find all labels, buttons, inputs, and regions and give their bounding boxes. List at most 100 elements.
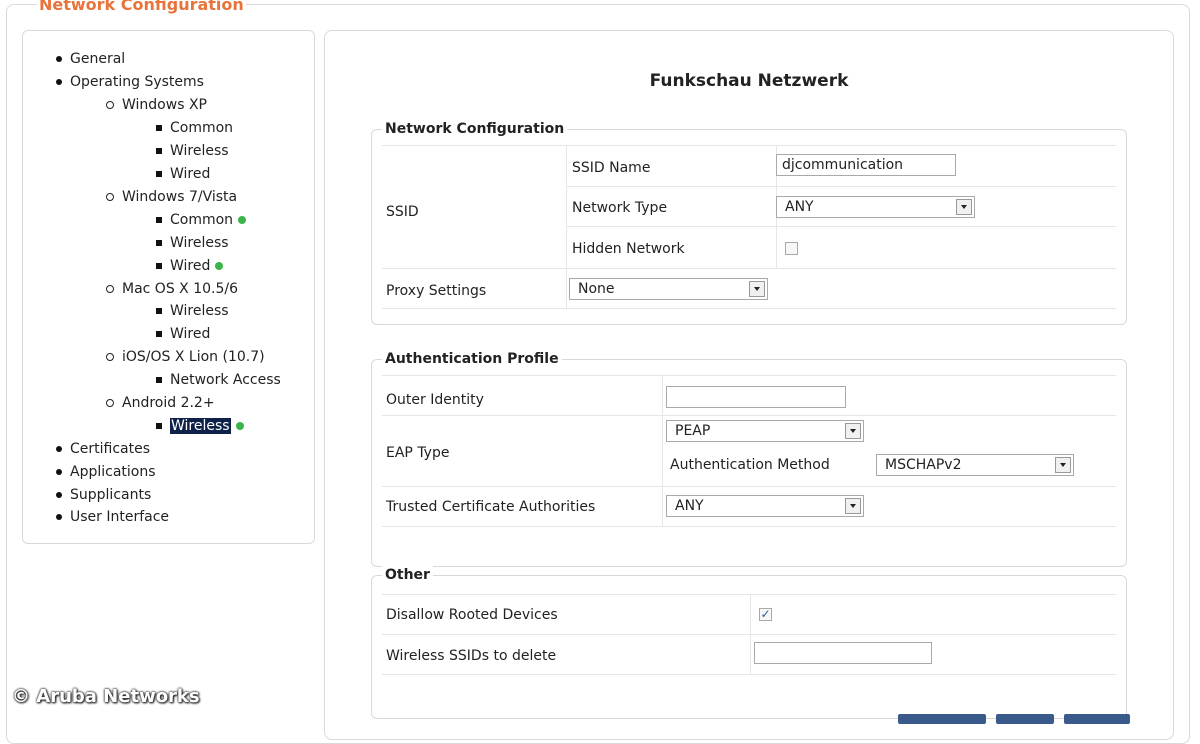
tree-item-mac-os-x[interactable]: Mac OS X 10.5/6 [106,279,238,299]
configured-status-icon [235,422,244,430]
dropdown-arrow-icon [845,423,861,439]
disc-bullet-icon [56,79,62,85]
tree-item-windows-xp[interactable]: Windows XP [106,95,207,115]
tree-item-ios-os-x-lion[interactable]: iOS/OS X Lion (10.7) [106,347,265,367]
eap-type-label: EAP Type [386,445,450,461]
tree-item-winxp-wireless[interactable]: Wireless [156,141,229,161]
page-header: Network Configuration [37,0,246,14]
eap-type-select[interactable]: PEAP [666,420,864,442]
tree-item-supplicants[interactable]: Supplicants [56,485,151,505]
tree-item-android[interactable]: Android 2.2+ [106,393,215,413]
authentication-profile-legend: Authentication Profile [382,350,562,368]
wireless-ssids-to-delete-input[interactable] [754,642,932,664]
circle-bullet-icon [106,353,114,361]
disc-bullet-icon [56,514,62,520]
action-button[interactable] [1064,714,1130,724]
trusted-ca-value: ANY [675,498,704,514]
profile-panel: Funkschau Netzwerk Network Configuration… [324,30,1174,740]
disc-bullet-icon [56,56,62,62]
tree-item-applications[interactable]: Applications [56,462,156,482]
table-border [382,145,1116,146]
tree-item-operating-systems[interactable]: Operating Systems [56,72,204,92]
tree-item-winxp-wired[interactable]: Wired [156,164,210,184]
tree-item-mac-wireless[interactable]: Wireless [156,301,229,321]
tree-item-android-wireless[interactable]: Wireless [156,416,244,436]
square-bullet-icon [156,217,162,223]
disc-bullet-icon [56,469,62,475]
network-type-select[interactable]: ANY [776,196,975,218]
tree-item-win7-common[interactable]: Common [156,210,247,230]
trusted-ca-select[interactable]: ANY [666,495,864,517]
authentication-method-value: MSCHAPv2 [885,457,962,473]
proxy-settings-select[interactable]: None [569,278,768,300]
table-border [382,594,1116,595]
square-bullet-icon [156,263,162,269]
table-border [382,526,1116,527]
configured-status-icon [238,216,247,224]
ssid-label: SSID [386,204,419,220]
tree-item-certificates[interactable]: Certificates [56,439,150,459]
dropdown-arrow-icon [845,498,861,514]
table-border [566,226,1116,227]
proxy-settings-value: None [578,281,615,297]
dropdown-arrow-icon [749,281,765,297]
tree-item-ios-network-access[interactable]: Network Access [156,370,281,390]
outer-identity-input[interactable] [666,386,846,408]
authentication-method-label: Authentication Method [670,457,830,473]
square-bullet-icon [156,148,162,154]
table-border [750,594,751,674]
authentication-profile-section: Authentication Profile Outer Identity EA… [371,350,1127,567]
disallow-rooted-devices-label: Disallow Rooted Devices [386,607,558,623]
table-border [566,186,1116,187]
other-legend: Other [382,566,433,584]
tree-item-winxp-common[interactable]: Common [156,118,233,138]
other-section: Other Disallow Rooted Devices ✓ Wireless… [371,566,1127,719]
tree-item-win7-wireless[interactable]: Wireless [156,233,229,253]
table-border [662,375,663,526]
table-border [382,375,1116,376]
ssid-name-input[interactable] [776,154,956,176]
action-button[interactable] [996,714,1054,724]
dropdown-arrow-icon [1055,457,1071,473]
square-bullet-icon [156,240,162,246]
action-button[interactable] [898,714,986,724]
square-bullet-icon [156,377,162,383]
tree-item-user-interface[interactable]: User Interface [56,507,169,527]
network-configuration-section: Network Configuration SSID SSID Name Net… [371,120,1127,325]
tree-item-mac-wired[interactable]: Wired [156,324,210,344]
tree-item-general[interactable]: General [56,49,125,69]
square-bullet-icon [156,331,162,337]
configured-status-icon [215,262,224,270]
table-border [382,634,1116,635]
table-border [566,145,567,308]
navigation-tree: General Operating Systems Windows XP Com… [22,30,315,544]
table-border [382,308,1116,309]
circle-bullet-icon [106,285,114,293]
circle-bullet-icon [106,101,114,109]
outer-identity-label: Outer Identity [386,392,484,408]
circle-bullet-icon [106,193,114,201]
proxy-settings-label: Proxy Settings [386,283,487,299]
table-border [382,415,1116,416]
table-border [382,674,1116,675]
table-border [382,268,1116,269]
trusted-ca-label: Trusted Certificate Authorities [386,499,596,515]
hidden-network-checkbox[interactable] [785,242,798,255]
wireless-ssids-to-delete-label: Wireless SSIDs to delete [386,648,557,664]
authentication-method-select[interactable]: MSCHAPv2 [876,454,1074,476]
tree-item-win7-wired[interactable]: Wired [156,256,224,276]
circle-bullet-icon [106,399,114,407]
disallow-rooted-devices-checkbox[interactable]: ✓ [759,608,772,621]
ssid-name-label: SSID Name [572,160,651,176]
disc-bullet-icon [56,446,62,452]
square-bullet-icon [156,423,162,429]
square-bullet-icon [156,125,162,131]
network-configuration-legend: Network Configuration [382,120,568,138]
disc-bullet-icon [56,492,62,498]
tree-item-windows-7-vista[interactable]: Windows 7/Vista [106,187,237,207]
table-border [382,486,1116,487]
check-mark-icon: ✓ [760,607,771,621]
hidden-network-label: Hidden Network [572,241,685,257]
dropdown-arrow-icon [956,199,972,215]
copyright-watermark: © Aruba Networks [12,686,200,707]
